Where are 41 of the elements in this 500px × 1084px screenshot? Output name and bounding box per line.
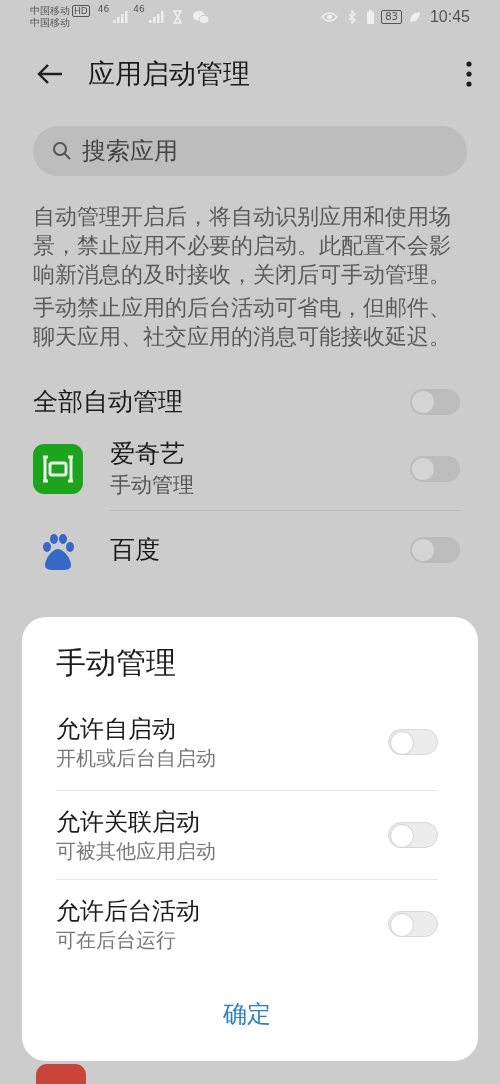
bluetooth-icon	[348, 10, 358, 24]
hd-badge: HD	[72, 5, 90, 17]
clock-time: 10:45	[429, 8, 470, 26]
battery-level: 83	[381, 10, 402, 24]
confirm-button[interactable]: 确定	[207, 992, 287, 1036]
app-name: 百度	[110, 534, 161, 566]
eye-icon	[321, 11, 339, 23]
back-arrow-icon	[36, 62, 64, 86]
app-icon[interactable]	[33, 444, 83, 494]
toggle-switch[interactable]	[388, 911, 438, 937]
toggle-switch[interactable]	[410, 537, 460, 563]
option-description: 开机或后台自启动	[56, 744, 217, 771]
network-label: 46	[133, 4, 145, 14]
page-title: 应用启动管理	[88, 57, 251, 91]
dialog-title: 手动管理	[56, 645, 177, 681]
option-label: 允许后台活动	[56, 896, 201, 927]
description-text: 手动禁止应用的后台活动可省电，但邮件、聊天应用、社交应用的消息可能接收延迟。	[33, 294, 452, 351]
app-status: 手动管理	[110, 472, 195, 499]
app-name: 爱奇艺	[110, 438, 186, 470]
chat-icon	[192, 10, 209, 24]
toggle-switch[interactable]	[388, 728, 438, 755]
toggle-switch[interactable]	[410, 456, 460, 482]
toggle-switch[interactable]	[388, 822, 438, 848]
toggle-switch[interactable]	[410, 388, 460, 415]
description-text: 自动管理开启后，将自动识别应用和使用场景，禁止应用不必要的启动。此配置不会影响新消息的及时接收，关闭后可手动管理。	[33, 203, 452, 289]
network-label: 46	[97, 4, 110, 14]
search-field[interactable]: 搜索应用	[33, 126, 467, 176]
leaf-icon	[408, 11, 421, 23]
setting-label: 全部自动管理	[33, 386, 183, 418]
option-label: 允许自启动	[56, 713, 177, 745]
option-label: 允许关联启动	[56, 807, 201, 838]
option-description: 可被其他应用启动	[56, 838, 217, 864]
carrier-name: 中国移动	[30, 17, 71, 29]
hourglass-icon	[171, 10, 183, 24]
search-icon	[52, 141, 72, 161]
option-description: 可在后台运行	[56, 927, 177, 953]
carrier-name: 中国移动	[30, 5, 70, 17]
signal-icon	[113, 11, 130, 23]
signal-icon	[148, 11, 165, 23]
battery-icon	[367, 10, 375, 24]
more-icon	[466, 61, 472, 87]
